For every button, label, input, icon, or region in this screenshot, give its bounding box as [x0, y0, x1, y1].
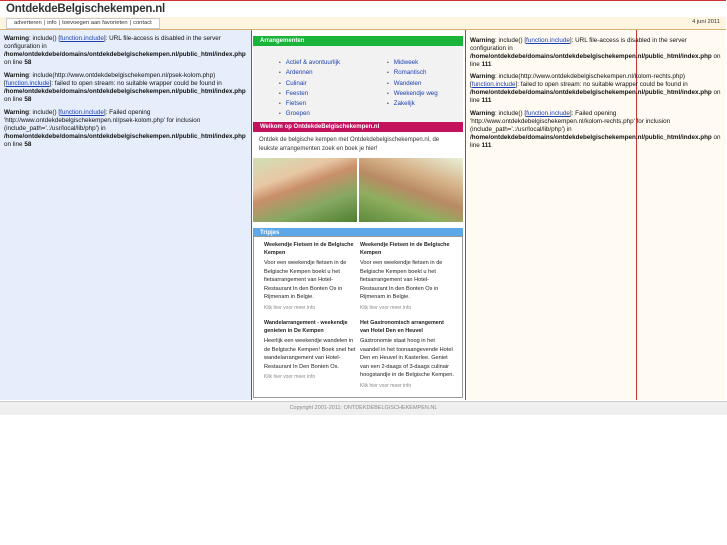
function-include-link[interactable]: function.include [526, 110, 570, 117]
welcome-heading: Welkom op OntdekdeBelgischekempen.nl [253, 122, 463, 132]
warning-label: Warning [470, 73, 495, 80]
trip-more-link[interactable]: Klik hier voor meer info [264, 304, 358, 313]
warning-text: : include() [ [494, 110, 527, 117]
trip-item: Wandelarrangement - weekendje genieten i… [264, 319, 358, 382]
trip-text: Gastronomie staat hoog in het vaandel in… [360, 338, 454, 379]
warning-label: Warning [4, 35, 29, 42]
trip-item: Weekendje Fietsen in de Belgische Kempen… [360, 241, 454, 313]
warning-line: 111 [481, 141, 492, 149]
nav-links: adverteren | info | toevoegen aan favorieten… [6, 18, 160, 29]
trip-text: Voor een weekendje fietsen in de Belgisc… [264, 260, 347, 301]
php-warning: Warning: include() [function.include]: F… [470, 110, 722, 150]
warning-line: 58 [24, 58, 32, 66]
site-logo[interactable]: OntdekdeBelgischekempen.nl [6, 3, 165, 15]
arrangement-link[interactable]: Wandelen [387, 79, 438, 89]
warning-line: 111 [481, 60, 492, 68]
page: OntdekdeBelgischekempen.nl adverteren | in… [0, 0, 727, 415]
nav-link-contact[interactable]: contact [133, 20, 152, 26]
family-photo [253, 158, 357, 222]
couple-photo [359, 158, 463, 222]
warning-path: /home/ontdekdebe/domains/ontdekdebelgisc… [470, 88, 712, 96]
arrangement-link[interactable]: Midweek [387, 58, 438, 68]
nav-link-info[interactable]: info [47, 20, 56, 26]
warning-text: : include() [ [494, 37, 527, 44]
warning-path: /home/ontdekdebe/domains/ontdekdebelgisc… [4, 132, 246, 140]
function-include-link[interactable]: function.include [6, 80, 50, 87]
function-include-link[interactable]: function.include [526, 37, 570, 44]
footer: Copyright 2001-2011: ONTDEKDEBELGISCHEKE… [0, 401, 727, 415]
php-warning: Warning: include() [function.include]: F… [4, 109, 252, 149]
function-include-link[interactable]: function.include [472, 81, 516, 88]
arrangement-link[interactable]: Romantisch [387, 68, 438, 78]
arrangement-link[interactable]: Actief & avontuurlijk [279, 58, 340, 68]
warning-text: : include() [ [28, 109, 61, 116]
arrangement-link[interactable]: Zakelijk [387, 99, 438, 109]
arrangement-link[interactable]: Culinair [279, 79, 340, 89]
arrangement-link[interactable]: Groepen [279, 109, 340, 119]
warning-text: ]: failed to open stream: no suitable wr… [515, 80, 688, 88]
trip-item: Weekendje Fietsen in de Belgische Kempen… [264, 241, 358, 313]
arrangementen-heading: Arrangementen [253, 36, 463, 46]
warning-label: Warning [470, 37, 495, 44]
nav-link-favorieten[interactable]: toevoegen aan favorieten [62, 20, 127, 26]
trip-title[interactable]: Wandelarrangement - weekendje genieten i… [264, 319, 358, 335]
arrangementen-list-right: Midweek Romantisch Wandelen Weekendje we… [387, 58, 438, 109]
trip-more-link[interactable]: Klik hier voor meer info [360, 382, 454, 391]
arrangement-link[interactable]: Weekendje weg [387, 89, 438, 99]
warning-line: 111 [481, 96, 492, 104]
nav-link-adverteren[interactable]: adverteren [14, 20, 42, 26]
warning-label: Warning [4, 72, 29, 79]
left-column: Warning: include() [function.include]: U… [0, 30, 252, 400]
warning-line: 58 [24, 95, 32, 103]
warning-text: ]: failed to open stream: no suitable wr… [49, 79, 222, 87]
arrangement-link[interactable]: Ardennen [279, 68, 340, 78]
arrangement-link[interactable]: Feesten [279, 89, 340, 99]
warning-path: /home/ontdekdebe/domains/ontdekdebelgisc… [470, 52, 712, 60]
nav-separator: | [129, 20, 132, 26]
php-warning: Warning: include() [function.include]: U… [4, 35, 252, 67]
warning-text: on line [4, 58, 25, 66]
trip-title[interactable]: Weekendje Fietsen in de Belgische Kempen [360, 241, 454, 257]
center-column: Arrangementen Actief & avontuurlijk Arde… [253, 30, 463, 400]
trip-text: Heerlijk een weekendje wandelen in de Be… [264, 338, 356, 370]
php-warning: Warning: include(http://www.ontdekdebelg… [470, 73, 722, 105]
nav-separator: | [43, 20, 46, 26]
warning-text: on line [4, 95, 25, 103]
trip-more-link[interactable]: Klik hier voor meer info [360, 304, 454, 313]
php-warning: Warning: include() [function.include]: U… [470, 37, 722, 69]
welcome-text: Ontdek de belgische kempen met Ontdekdeb… [259, 137, 440, 152]
nav-bar: adverteren | info | toevoegen aan favorieten… [0, 17, 726, 30]
tripjes-box: Weekendje Fietsen in de Belgische Kempen… [253, 236, 463, 398]
warning-label: Warning [4, 109, 29, 116]
php-warning: Warning: include(http://www.ontdekdebelg… [4, 72, 252, 104]
arrangementen-box: Actief & avontuurlijk Ardennen Culinair … [253, 46, 463, 126]
warning-path: /home/ontdekdebe/domains/ontdekdebelgisc… [470, 133, 712, 141]
warning-path: /home/ontdekdebe/domains/ontdekdebelgisc… [4, 87, 246, 95]
trip-title[interactable]: Het Gastronomisch arrangement van Hotel … [360, 319, 454, 335]
trip-more-link[interactable]: Klik hier voor meer info [264, 373, 358, 382]
trip-title[interactable]: Weekendje Fietsen in de Belgische Kempen [264, 241, 358, 257]
warning-line: 58 [24, 140, 32, 148]
warning-text: on line [4, 140, 25, 148]
warning-label: Warning [470, 110, 495, 117]
nav-separator: | [58, 20, 61, 26]
arrangementen-list-left: Actief & avontuurlijk Ardennen Culinair … [279, 58, 340, 120]
trip-item: Het Gastronomisch arrangement van Hotel … [360, 319, 454, 391]
current-date: 4 juni 2011 [692, 19, 720, 25]
function-include-link[interactable]: function.include [60, 35, 104, 42]
function-include-link[interactable]: function.include [60, 109, 104, 116]
warning-text: : include() [ [28, 35, 61, 42]
trip-text: Voor een weekendje fietsen in de Belgisc… [360, 260, 443, 301]
arrangement-link[interactable]: Fietsen [279, 99, 340, 109]
warning-path: /home/ontdekdebe/domains/ontdekdebelgisc… [4, 50, 246, 58]
